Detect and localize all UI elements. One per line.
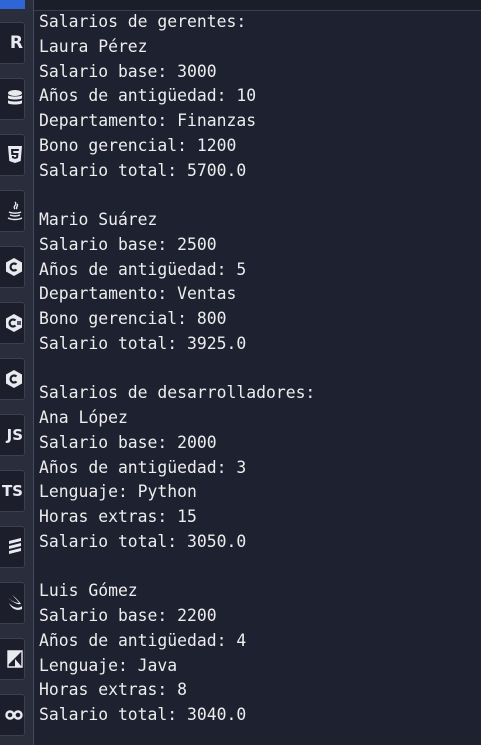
console-line: Departamento: Ventas xyxy=(39,284,237,304)
console-line: Salario total: 3040.0 xyxy=(39,705,247,724)
console-line: Salarios de desarrolladores: xyxy=(39,383,316,403)
console-line: Lenguaje: Python xyxy=(39,482,197,502)
swift-icon xyxy=(8,595,22,610)
csharp-button[interactable] xyxy=(0,302,25,344)
sass-button[interactable] xyxy=(0,526,25,568)
typescript-button[interactable]: TS xyxy=(0,470,25,512)
javascript-icon: JS xyxy=(6,425,23,444)
r-language-icon: R xyxy=(9,32,23,53)
console-line: Salario base: 2000 xyxy=(39,432,217,452)
sass-icon xyxy=(9,538,21,554)
console-line: Años de antigüedad: 3 xyxy=(39,457,247,477)
r-language-button[interactable]: R xyxy=(0,22,25,64)
console-line: Laura Pérez xyxy=(39,36,148,56)
console-line: Horas extras: 15 xyxy=(39,507,197,526)
console-line: Salario total: 5700.0 xyxy=(39,160,247,180)
console-line: Ana López xyxy=(39,408,128,427)
console-line: Bono gerencial: 800 xyxy=(39,309,227,328)
console-line: Departamento: Finanzas xyxy=(39,111,257,130)
console-line: Años de antigüedad: 4 xyxy=(39,630,247,650)
java-icon xyxy=(7,201,23,221)
console-output: Salarios de gerentes: Laura Pérez Salario … xyxy=(39,10,481,728)
html5-button[interactable] xyxy=(0,134,25,176)
cpp-icon xyxy=(6,258,22,276)
go-icon xyxy=(5,710,23,720)
console-line: Bono gerencial: 1200 xyxy=(39,135,237,155)
console-line: Salario base: 3000 xyxy=(39,61,217,81)
html5-icon xyxy=(8,146,22,163)
active-tab-indicator xyxy=(0,0,25,9)
swift-button[interactable] xyxy=(0,582,25,624)
console-line: Mario Suárez xyxy=(39,210,158,229)
database-icon xyxy=(8,90,22,105)
console-line: Salarios de gerentes: xyxy=(39,12,247,31)
console-line: Luis Gómez xyxy=(39,581,138,601)
database-button[interactable] xyxy=(0,78,25,120)
console-line: Años de antigüedad: 10 xyxy=(39,86,257,106)
console-line: Años de antigüedad: 5 xyxy=(39,259,247,279)
kotlin-icon xyxy=(7,650,23,668)
csharp-icon xyxy=(6,314,22,332)
console-line: Salario total: 3050.0 xyxy=(39,531,247,551)
console-line: Salario total: 3925.0 xyxy=(39,333,247,353)
kotlin-button[interactable] xyxy=(0,638,25,680)
c-language-icon xyxy=(6,370,22,388)
console-line: Horas extras: 8 xyxy=(39,680,188,700)
c-language-button[interactable] xyxy=(0,358,25,400)
javascript-button[interactable]: JS xyxy=(0,414,25,456)
console-line: Salario base: 2200 xyxy=(39,606,217,625)
java-button[interactable] xyxy=(0,190,25,232)
console-line: Lenguaje: Java xyxy=(39,655,178,675)
console-line: Salario base: 2500 xyxy=(39,234,217,254)
go-button[interactable] xyxy=(0,694,25,736)
cpp-button[interactable] xyxy=(0,246,25,288)
typescript-icon: TS xyxy=(1,481,23,500)
language-sidebar: R JS TS xyxy=(0,0,34,745)
